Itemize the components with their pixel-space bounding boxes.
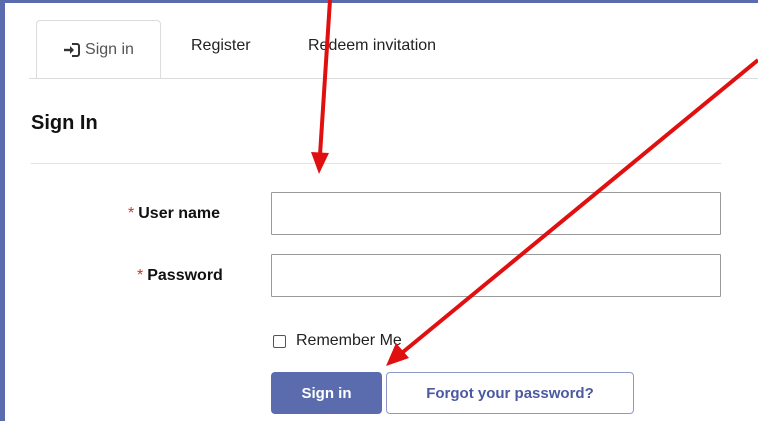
required-marker: *	[137, 267, 144, 284]
tab-bar: Sign in Register Redeem invitation	[5, 3, 758, 79]
password-field[interactable]	[271, 254, 721, 297]
tab-register-label: Register	[191, 37, 251, 54]
tab-sign-in-label: Sign in	[85, 40, 134, 58]
tab-redeem-invitation[interactable]: Redeem invitation	[308, 27, 436, 65]
username-label-text: User name	[138, 205, 221, 222]
required-marker: *	[128, 205, 135, 222]
remember-me-label: Remember Me	[296, 332, 402, 349]
sign-in-icon	[63, 42, 81, 58]
password-label: * Password	[137, 267, 223, 285]
forgot-password-button[interactable]: Forgot your password?	[386, 372, 634, 414]
remember-me-option[interactable]: Remember Me	[273, 332, 402, 350]
sign-in-button[interactable]: Sign in	[271, 372, 382, 414]
tab-register[interactable]: Register	[191, 27, 251, 65]
tab-sign-in[interactable]: Sign in	[36, 20, 161, 79]
tab-redeem-label: Redeem invitation	[308, 37, 437, 54]
page-title: Sign In	[31, 112, 98, 134]
remember-me-checkbox[interactable]	[273, 334, 286, 348]
password-label-text: Password	[147, 267, 223, 284]
heading-divider	[31, 163, 721, 164]
username-label: * User name	[128, 205, 220, 223]
tab-divider	[29, 78, 758, 79]
username-field[interactable]	[271, 192, 721, 235]
